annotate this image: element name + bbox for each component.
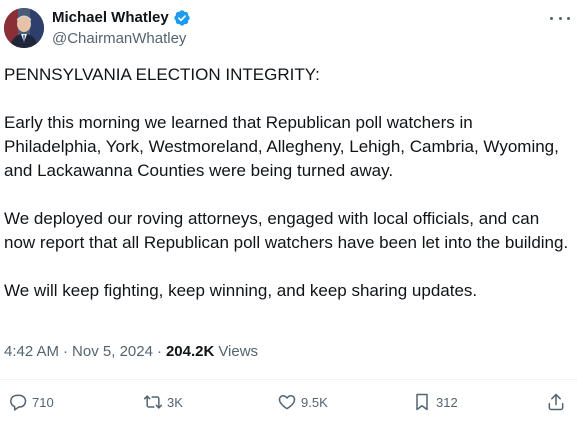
more-icon[interactable] [550, 12, 570, 24]
repost-count: 3K [167, 394, 183, 410]
avatar[interactable] [4, 8, 44, 48]
tweet-paragraph: Early this morning we learned that Repub… [4, 113, 559, 180]
tweet: Michael Whatley @ChairmanWhatley PENNSYL… [0, 0, 577, 421]
repost-icon [143, 395, 163, 409]
views-label: Views [218, 343, 259, 360]
more-dot [558, 16, 562, 20]
reply-count: 710 [32, 394, 54, 410]
share-button[interactable] [546, 390, 566, 414]
views-count[interactable]: 204.2K [166, 343, 214, 361]
heart-icon [278, 395, 296, 410]
repost-button[interactable]: 3K [143, 390, 183, 414]
tweet-paragraph: PENNSYLVANIA ELECTION INTEGRITY: [4, 65, 320, 84]
author-name-row[interactable]: Michael Whatley [52, 9, 191, 27]
author-display-name[interactable]: Michael Whatley [52, 9, 169, 27]
tweet-text: PENNSYLVANIA ELECTION INTEGRITY: Early t… [4, 63, 572, 327]
tweet-paragraph: We will keep fighting, keep winning, and… [4, 281, 478, 300]
tweet-date[interactable]: Nov 5, 2024 [72, 343, 153, 361]
tweet-paragraph: We deployed our roving attorneys, engage… [4, 209, 569, 252]
more-dot [550, 16, 553, 20]
tweet-time[interactable]: 4:42 AM [4, 343, 59, 361]
tweet-meta: 4:42 AM · Nov 5, 2024 · 204.2K Views [4, 343, 258, 361]
meta-separator: · [156, 343, 162, 360]
action-bar: 710 3K 9.5K 312 [0, 390, 577, 414]
share-icon [548, 393, 564, 411]
reply-icon [10, 394, 27, 411]
divider [0, 379, 577, 380]
bookmark-count: 312 [436, 394, 458, 410]
more-dot [567, 16, 570, 20]
author-handle[interactable]: @ChairmanWhatley [52, 30, 186, 48]
bookmark-icon [416, 393, 428, 411]
like-button[interactable]: 9.5K [277, 390, 328, 414]
reply-button[interactable]: 710 [8, 390, 54, 414]
meta-separator: · [63, 343, 69, 360]
like-count: 9.5K [301, 394, 328, 410]
verified-badge-icon[interactable] [173, 9, 191, 27]
bookmark-button[interactable]: 312 [412, 390, 458, 414]
